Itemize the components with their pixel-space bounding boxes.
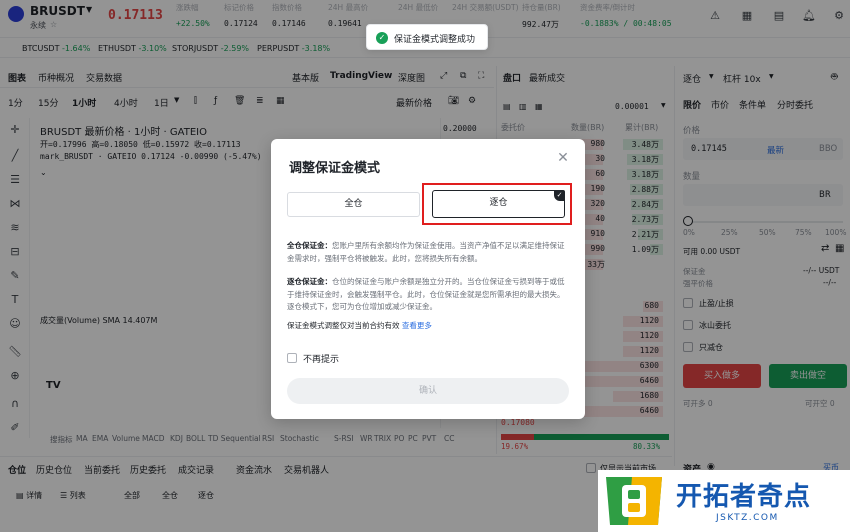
dont-show-checkbox[interactable] (287, 353, 297, 363)
toast-message: 保证金模式调整成功 (394, 35, 476, 45)
watermark-name: 开拓者奇点 (676, 482, 812, 512)
close-icon[interactable]: ✕ (556, 151, 570, 165)
apply-note: 保证金模式调整仅对当前合约有效 查看更多 (287, 321, 432, 330)
dont-show-label: 不再提示 (303, 355, 340, 365)
site-watermark: 开拓者奇点 JSKTZ.COM (598, 470, 850, 532)
highlight-annotation (422, 183, 572, 225)
check-circle-icon: ✓ (376, 32, 388, 44)
watermark-url: JSKTZ.COM (716, 513, 779, 523)
learn-more-link[interactable]: 查看更多 (402, 321, 432, 330)
confirm-button[interactable]: 确认 (287, 378, 569, 404)
watermark-logo (606, 477, 662, 525)
margin-mode-dialog: 调整保证金模式 ✕ 全仓 逐仓 ✓ 全仓保证金：您账户里所有余额均作为保证金使用… (271, 139, 585, 419)
isolated-margin-description: 逐仓保证金：仓位的保证金与账户余额是独立分开的。当仓位保证金亏损到等于或低于维持… (287, 277, 565, 311)
cross-margin-button[interactable]: 全仓 (287, 192, 420, 217)
cross-margin-description: 全仓保证金：您账户里所有余额均作为保证金使用。当资产净值不足以满足维持保证金需求… (287, 241, 565, 263)
dialog-title: 调整保证金模式 (289, 161, 381, 176)
success-toast: ✓ 保证金模式调整成功 (366, 24, 488, 50)
